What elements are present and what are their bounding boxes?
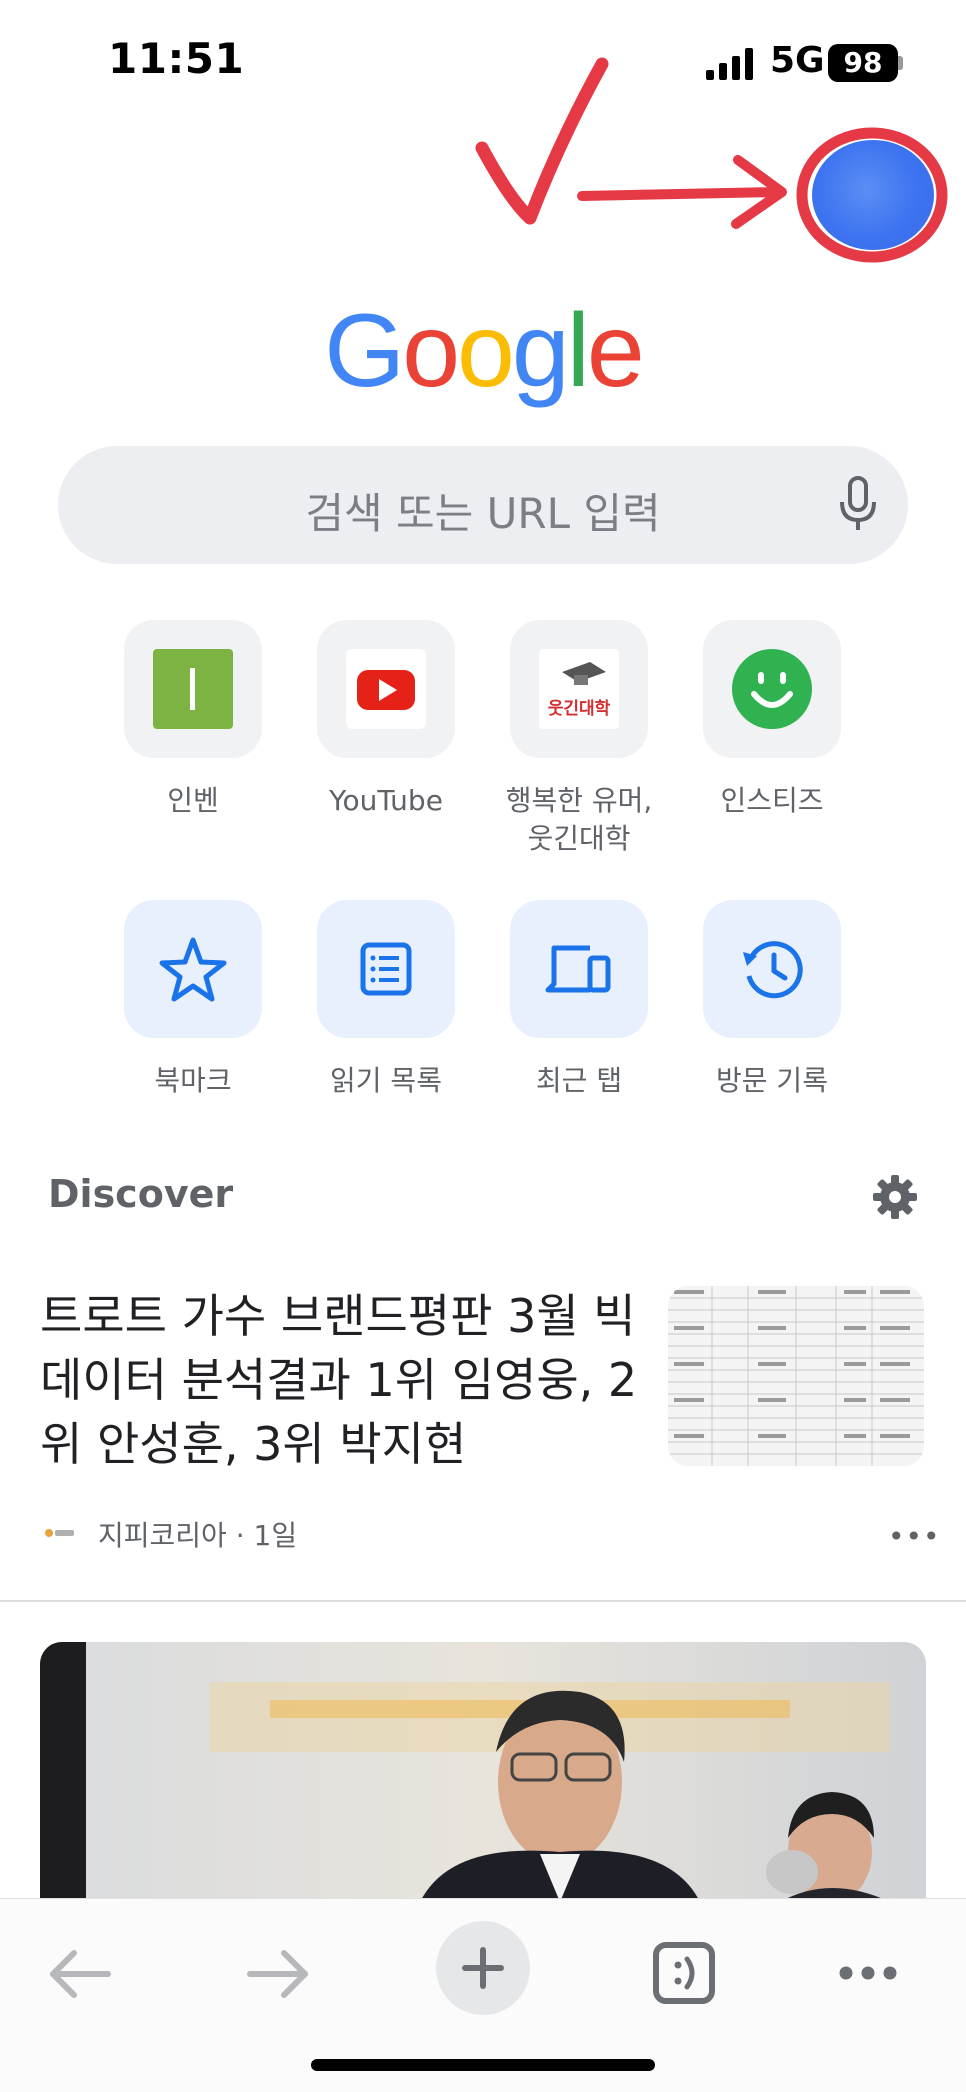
more-menu-icon[interactable]	[818, 1929, 918, 2019]
recent-tabs-button[interactable]	[510, 900, 648, 1038]
network-type: 5G	[770, 40, 825, 81]
feed-divider	[0, 1600, 966, 1602]
devices-icon	[545, 945, 611, 993]
back-arrow-icon[interactable]	[28, 1929, 128, 2019]
plus-icon	[462, 1947, 504, 1989]
bottom-toolbar	[0, 1898, 966, 2092]
press-conference-photo	[40, 1642, 926, 1902]
article-more-button[interactable]: •••	[888, 1520, 941, 1553]
article-thumbnail[interactable]	[668, 1286, 924, 1466]
recent-tabs-label: 최근 탭	[535, 1064, 623, 1097]
google-logo-letter: g	[511, 293, 570, 409]
humoruniv-icon: 웃긴대학	[539, 649, 619, 729]
shortcut-label-instiz: 인스티즈	[720, 784, 824, 817]
google-logo-letter: o	[402, 293, 460, 409]
gear-icon[interactable]	[872, 1174, 918, 1220]
youtube-icon	[346, 649, 426, 729]
battery-tip	[898, 56, 903, 70]
google-logo-letter: o	[457, 293, 515, 409]
article-photo[interactable]	[40, 1642, 926, 1902]
article-source: 지피코리아 · 1일	[98, 1519, 298, 1552]
status-time: 11:51	[108, 34, 245, 83]
star-icon	[159, 937, 227, 1002]
search-input[interactable]: 검색 또는 URL 입력	[58, 480, 908, 541]
history-button[interactable]	[703, 900, 841, 1038]
shortcut-humoruniv[interactable]: 웃긴대학	[510, 620, 648, 758]
humoruniv-logo-text: 웃긴대학	[548, 699, 611, 719]
google-logo-letter: l	[566, 293, 590, 409]
bookmarks-button[interactable]	[124, 900, 262, 1038]
battery-icon: 98	[828, 44, 898, 82]
history-label: 방문 기록	[716, 1064, 828, 1097]
instiz-icon	[732, 649, 812, 729]
article-headline[interactable]: 트로트 가수 브랜드평판 3월 빅데이터 분석결과 1위 임영웅, 2위 안성훈…	[40, 1284, 640, 1476]
profile-avatar[interactable]	[812, 140, 934, 250]
google-logo: Google	[0, 292, 966, 411]
google-logo-letter: e	[586, 293, 645, 409]
table-thumbnail-image	[668, 1286, 924, 1466]
shortcut-instiz[interactable]	[703, 620, 841, 758]
reading-list-label: 읽기 목록	[330, 1064, 442, 1097]
cell-signal-icon	[706, 48, 753, 80]
forward-arrow-icon[interactable]	[230, 1929, 330, 2019]
shortcut-label-inven: 인벤	[167, 784, 219, 817]
tab-switcher-icon[interactable]	[634, 1929, 734, 2019]
microphone-icon[interactable]	[838, 476, 878, 534]
shortcut-youtube[interactable]	[317, 620, 455, 758]
inven-icon	[153, 649, 233, 729]
bookmarks-label: 북마크	[154, 1064, 232, 1097]
shortcut-label-humoruniv: 행복한 유머, 웃긴대학	[505, 784, 653, 855]
search-bar[interactable]: 검색 또는 URL 입력	[58, 446, 908, 564]
new-tab-button[interactable]	[436, 1921, 530, 2015]
discover-title: Discover	[48, 1172, 234, 1216]
source-logo-icon	[45, 1529, 74, 1537]
shortcut-label-youtube: YouTube	[329, 784, 443, 817]
shortcut-inven[interactable]	[124, 620, 262, 758]
google-logo-letter: G	[324, 293, 405, 409]
reading-list-button[interactable]	[317, 900, 455, 1038]
home-indicator	[311, 2059, 655, 2071]
reading-list-icon	[360, 942, 412, 996]
history-icon	[743, 941, 803, 999]
